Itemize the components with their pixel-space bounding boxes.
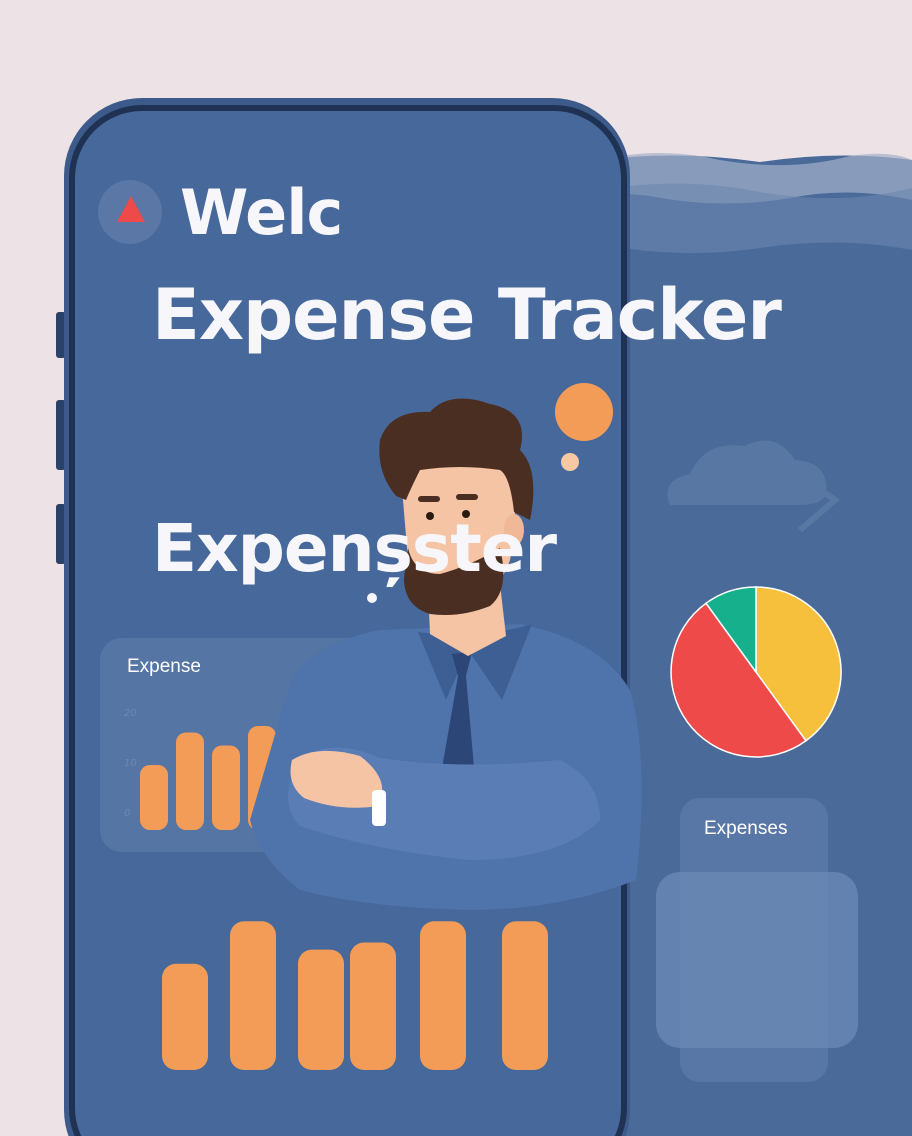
y-tick-label: 0: [124, 808, 131, 819]
mini-chart-bar: [140, 765, 168, 830]
mini-chart-bar: [176, 732, 204, 830]
page-title: Expense Tracker: [152, 274, 782, 356]
big-chart-bar: [230, 921, 276, 1070]
big-chart-bar: [502, 921, 548, 1070]
mini-chart-label: Expense: [127, 656, 201, 677]
eyebrow-right: [456, 494, 478, 500]
y-tick-label: 20: [124, 708, 137, 719]
side-card-label: Expenses: [704, 818, 788, 839]
side-card-front: [656, 872, 858, 1048]
big-chart-bar: [298, 949, 344, 1070]
y-tick-label: 10: [124, 758, 137, 769]
page-title-duplicate: Expenșster: [152, 510, 557, 587]
big-chart-bar: [420, 921, 466, 1070]
thought-dot: [367, 593, 377, 603]
mini-chart-bar: [212, 745, 240, 830]
thought-bubble-large: [555, 383, 613, 441]
side-card: [656, 798, 858, 1082]
big-chart-bar: [350, 942, 396, 1070]
welcome-text: Welc: [180, 176, 343, 249]
big-chart-bar: [162, 963, 208, 1070]
eyebrow-left: [418, 496, 440, 502]
thought-bubble-small: [561, 453, 579, 471]
cuff: [372, 790, 386, 826]
pie-chart: [670, 586, 842, 758]
